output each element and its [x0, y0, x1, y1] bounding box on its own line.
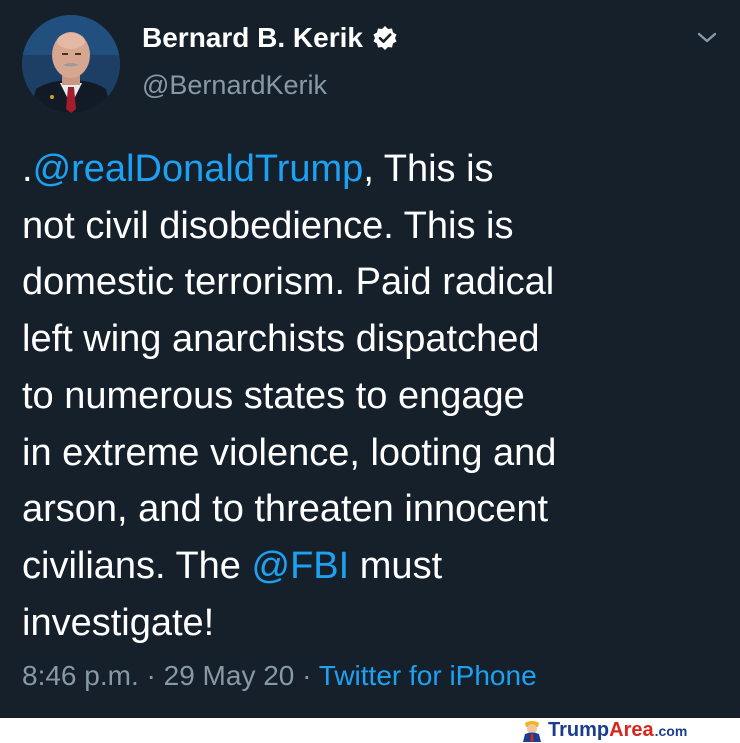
mention-link-fbi[interactable]: @FBI: [252, 545, 350, 587]
text-segment: must: [349, 544, 443, 587]
tweet-card: Bernard B. Kerik @BernardKerik .@realDon…: [0, 0, 740, 718]
mention-link-realdonaldtrump[interactable]: @realDonaldTrump: [33, 148, 364, 190]
tweet-text-line: domestic terrorism. Paid radical: [22, 261, 555, 304]
author-name-row[interactable]: Bernard B. Kerik: [142, 22, 398, 54]
tweet-text-line: not civil disobedience. This is: [22, 204, 514, 247]
watermark-logo: Trump Area .com: [520, 719, 687, 742]
text-segment: .: [22, 148, 33, 190]
watermark-brand-part1: Trump: [548, 719, 610, 741]
tweet-text-line: in extreme violence, looting and: [22, 431, 557, 474]
tweet-time[interactable]: 8:46 p.m.: [22, 660, 139, 691]
tweet-text-line: left wing anarchists dispatched: [22, 318, 540, 361]
tweet-source-link[interactable]: Twitter for iPhone: [319, 660, 537, 691]
verified-badge-icon: [373, 26, 397, 50]
user-handle[interactable]: @BernardKerik: [142, 70, 327, 101]
avatar[interactable]: [22, 15, 120, 113]
tweet-date[interactable]: 29 May 20: [164, 660, 295, 691]
chevron-down-icon[interactable]: [696, 30, 718, 46]
text-segment: , This is: [363, 148, 494, 190]
trump-figure-icon: [523, 721, 541, 742]
display-name[interactable]: Bernard B. Kerik: [142, 22, 363, 54]
tweet-text-line: .@realDonaldTrump, This is: [22, 141, 722, 198]
text-segment: civilians. The: [22, 544, 252, 587]
tweet-text-line: investigate!: [22, 601, 215, 644]
separator-dot: ·: [138, 660, 164, 691]
tweet-metadata: 8:46 p.m. · 29 May 20 · Twitter for iPho…: [22, 660, 537, 692]
profile-photo-icon: [22, 15, 120, 113]
watermark-suffix: .com: [654, 722, 688, 739]
tweet-text-line: civilians. The @FBI must: [22, 538, 722, 595]
tweet-text-line: arson, and to threaten innocent: [22, 488, 549, 531]
separator-dot: ·: [294, 660, 319, 691]
tweet-text-line: to numerous states to engage: [22, 374, 525, 417]
watermark-brand-part2: Area: [609, 719, 654, 741]
tweet-text: .@realDonaldTrump, This is not civil dis…: [22, 141, 722, 651]
